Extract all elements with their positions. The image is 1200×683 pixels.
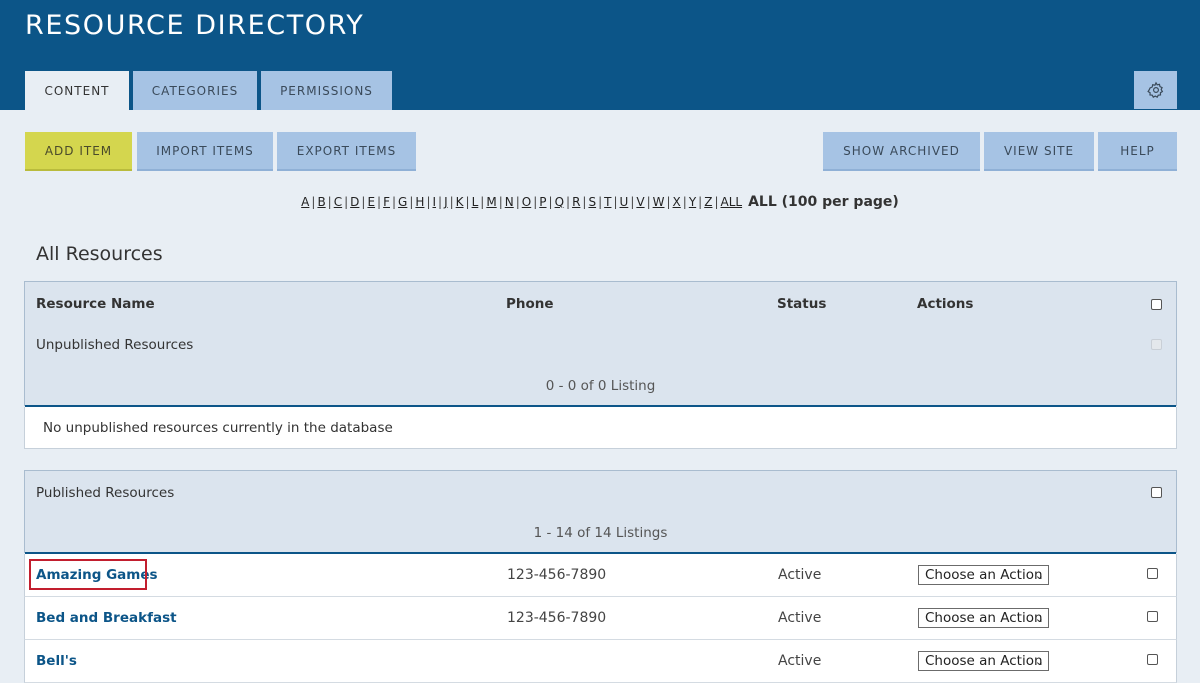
unpublished-label: Unpublished Resources — [36, 337, 194, 353]
action-select-value: Choose an Action — [925, 653, 1043, 669]
action-select[interactable]: Choose an Action ⌄ — [918, 608, 1049, 628]
highlight-box — [29, 559, 147, 590]
published-label: Published Resources — [36, 485, 175, 501]
alpha-separator: | — [613, 195, 618, 209]
alpha-link-u[interactable]: U — [620, 195, 629, 209]
add-item-button[interactable]: ADD ITEM — [25, 132, 132, 171]
action-select-value: Choose an Action — [925, 567, 1043, 583]
row-checkbox[interactable] — [1147, 611, 1158, 622]
settings-button[interactable] — [1134, 71, 1177, 109]
view-site-button[interactable]: VIEW SITE — [984, 132, 1094, 171]
select-all-checkbox[interactable] — [1151, 299, 1162, 310]
action-select[interactable]: Choose an Action ⌄ — [918, 651, 1049, 671]
alpha-link-m[interactable]: M — [486, 195, 496, 209]
alpha-link-o[interactable]: O — [522, 195, 531, 209]
header-status: Status — [777, 296, 827, 312]
gear-icon — [1146, 81, 1163, 99]
resource-name-link[interactable]: Bell's — [36, 653, 77, 669]
alpha-link-b[interactable]: B — [317, 195, 325, 209]
alpha-separator: | — [498, 195, 503, 209]
current-filter-label: ALL (100 per page) — [748, 194, 899, 210]
alpha-link-w[interactable]: W — [653, 195, 665, 209]
header-resource-name: Resource Name — [36, 296, 155, 312]
alpha-separator: | — [646, 195, 651, 209]
resource-phone: 123-456-7890 — [507, 567, 607, 583]
alpha-separator: | — [515, 195, 520, 209]
chevron-down-icon: ⌄ — [1034, 655, 1044, 668]
alpha-separator: | — [698, 195, 703, 209]
table-row: Amazing Games 123-456-7890 Active Choose… — [24, 554, 1177, 597]
row-checkbox[interactable] — [1147, 654, 1158, 665]
chevron-down-icon: ⌄ — [1034, 612, 1044, 625]
alpha-link-n[interactable]: N — [505, 195, 514, 209]
action-select-value: Choose an Action — [925, 610, 1043, 626]
unpublished-empty-row: No unpublished resources currently in th… — [24, 407, 1177, 449]
alpha-separator: | — [377, 195, 382, 209]
published-panel: Published Resources 1 - 14 of 14 Listing… — [24, 470, 1177, 554]
alpha-link-e[interactable]: E — [367, 195, 375, 209]
tab-permissions[interactable]: PERMISSIONS — [261, 71, 392, 110]
unpublished-checkbox — [1151, 339, 1162, 350]
resource-name-link[interactable]: Bed and Breakfast — [36, 610, 177, 626]
empty-message: No unpublished resources currently in th… — [43, 420, 393, 436]
alpha-link-f[interactable]: F — [383, 195, 390, 209]
alpha-separator: | — [449, 195, 454, 209]
alpha-link-p[interactable]: P — [539, 195, 546, 209]
alpha-separator: | — [682, 195, 687, 209]
alpha-link-q[interactable]: Q — [555, 195, 564, 209]
table-row: Bell's Active Choose an Action ⌄ — [24, 640, 1177, 683]
alpha-separator: | — [327, 195, 332, 209]
page-title: RESOURCE DIRECTORY — [25, 10, 365, 41]
header-phone: Phone — [506, 296, 554, 312]
alpha-separator: | — [666, 195, 671, 209]
alpha-link-g[interactable]: G — [398, 195, 407, 209]
tab-content[interactable]: CONTENT — [25, 71, 129, 110]
help-button[interactable]: HELP — [1098, 132, 1177, 171]
show-archived-button[interactable]: SHOW ARCHIVED — [823, 132, 980, 171]
published-listing-count: 1 - 14 of 14 Listings — [533, 525, 668, 541]
unpublished-panel: Resource Name Phone Status Actions Unpub… — [24, 281, 1177, 407]
tab-categories[interactable]: CATEGORIES — [133, 71, 257, 110]
alpha-separator: | — [392, 195, 397, 209]
import-items-button[interactable]: IMPORT ITEMS — [137, 132, 273, 171]
chevron-down-icon: ⌄ — [1034, 569, 1044, 582]
alpha-separator: | — [438, 195, 443, 209]
alphabet-filter: A | B | C | D | E | F | G | H | I | J | K | L | M | N | O | P | Q | R | S | T |… — [0, 194, 1200, 210]
resource-status: Active — [778, 567, 822, 583]
resource-status: Active — [778, 610, 822, 626]
alpha-separator: | — [714, 195, 719, 209]
alpha-link-all[interactable]: ALL — [721, 195, 743, 209]
table-row: Bed and Breakfast 123-456-7890 Active Ch… — [24, 597, 1177, 640]
row-checkbox[interactable] — [1147, 568, 1158, 579]
published-select-all-checkbox[interactable] — [1151, 487, 1162, 498]
alpha-link-x[interactable]: X — [673, 195, 681, 209]
alpha-link-v[interactable]: V — [636, 195, 644, 209]
alpha-separator: | — [566, 195, 571, 209]
unpublished-listing-count: 0 - 0 of 0 Listing — [545, 378, 656, 394]
alpha-link-k[interactable]: K — [456, 195, 464, 209]
header-actions: Actions — [917, 296, 974, 312]
alpha-separator: | — [465, 195, 470, 209]
alpha-link-c[interactable]: C — [334, 195, 342, 209]
alpha-separator: | — [548, 195, 553, 209]
alpha-link-s[interactable]: S — [588, 195, 596, 209]
export-items-button[interactable]: EXPORT ITEMS — [277, 132, 416, 171]
alpha-separator: | — [344, 195, 349, 209]
action-select[interactable]: Choose an Action ⌄ — [918, 565, 1049, 585]
resource-phone: 123-456-7890 — [507, 610, 607, 626]
section-title: All Resources — [36, 243, 163, 265]
resource-status: Active — [778, 653, 822, 669]
alpha-separator: | — [598, 195, 603, 209]
